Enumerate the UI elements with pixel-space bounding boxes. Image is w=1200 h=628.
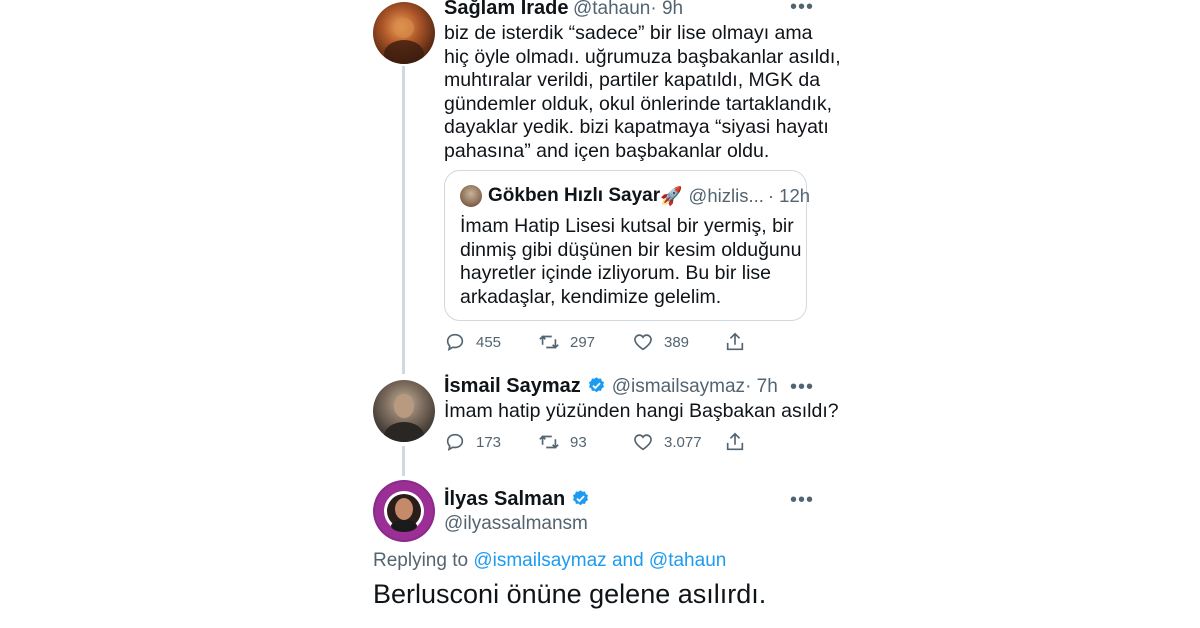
reply-and: and [611, 550, 644, 571]
heart-icon [634, 434, 652, 451]
heart-icon [634, 334, 652, 351]
verified-badge-icon [587, 376, 606, 397]
reply-icon [446, 333, 464, 351]
more-options-icon[interactable]: ••• [790, 376, 814, 399]
user-handle[interactable]: @ilyassalmansm [444, 513, 588, 535]
tweet-time[interactable]: · 9h [650, 0, 683, 19]
reply-button[interactable]: 173 [444, 431, 538, 453]
retweet-count: 297 [570, 333, 596, 351]
tweet1-actions: 455 297 389 [444, 330, 746, 354]
avatar-image [375, 482, 433, 540]
tweet-text: İmam hatip yüzünden hangi Başbakan asıld… [444, 400, 839, 422]
reply-mention-tahaun[interactable]: @tahaun [649, 550, 726, 571]
avatar-image [384, 394, 424, 442]
avatar-image [384, 18, 424, 64]
main-tweet-text: Berlusconi önüne gelene asılırdı. [373, 579, 767, 609]
replying-prefix: Replying to [373, 550, 469, 571]
like-button[interactable]: 3.077 [632, 431, 724, 453]
reply-count: 173 [476, 433, 502, 451]
quote-user-name: Gökben Hızlı Sayar [488, 185, 661, 206]
quoted-tweet[interactable]: Gökben Hızlı Sayar 🚀 @hizlis... · 12h İmam… [444, 170, 811, 321]
reply-mention-ismailsaymaz[interactable]: @ismailsaymaz [473, 550, 606, 571]
user-name[interactable]: İlyas Salman [444, 488, 565, 511]
user-name[interactable]: İsmail Saymaz [444, 375, 581, 398]
verified-badge-icon [571, 489, 590, 510]
tweet-text: biz de isterdik “sadece” bir lise olmayı… [444, 22, 841, 162]
user-handle[interactable]: @tahaun [573, 0, 650, 19]
retweet-icon [539, 435, 559, 449]
like-button[interactable]: 389 [632, 331, 724, 353]
thread-line-1 [402, 66, 405, 374]
retweet-count: 93 [570, 433, 587, 451]
more-options-icon[interactable]: ••• [790, 0, 814, 19]
avatar-ismail-saymaz[interactable] [373, 380, 435, 442]
share-icon [726, 332, 744, 351]
like-count: 389 [664, 333, 690, 351]
user-name[interactable]: Sağlam İrade [444, 0, 569, 19]
reply-count: 455 [476, 333, 502, 351]
retweet-button[interactable]: 297 [538, 331, 632, 353]
avatar-saglam-irade[interactable] [373, 2, 435, 64]
tweet2-actions: 173 93 3.077 [444, 430, 746, 454]
quote-time: · 12h [767, 185, 811, 206]
like-count: 3.077 [664, 433, 702, 451]
tweet2-header: İsmail Saymaz @ismailsaymaz · 7h [444, 375, 778, 398]
retweet-icon [539, 335, 559, 349]
replying-to: Replying to @ismailsaymaz and @tahaun [373, 550, 726, 572]
reply-icon [446, 433, 464, 451]
more-options-icon[interactable]: ••• [790, 489, 814, 512]
thread-line-2 [402, 446, 405, 476]
share-icon [726, 432, 744, 451]
retweet-button[interactable]: 93 [538, 431, 632, 453]
tweet-time[interactable]: · 7h [745, 376, 778, 398]
avatar-ilyas-salman[interactable] [373, 480, 435, 542]
share-button[interactable] [724, 331, 746, 353]
share-button[interactable] [724, 431, 746, 453]
quote-avatar [460, 185, 482, 207]
tweet1-header: Sağlam İrade @tahaun· 9h [444, 0, 683, 20]
quote-text: İmam Hatip Lisesi kutsal bir yermiş, bir… [460, 215, 802, 308]
tweet3-header: İlyas Salman [444, 488, 590, 511]
user-handle[interactable]: @ismailsaymaz [612, 376, 745, 398]
rocket-emoji-icon: 🚀 [660, 185, 683, 206]
quote-user-handle: @hizlis... [688, 185, 764, 206]
reply-button[interactable]: 455 [444, 331, 538, 353]
